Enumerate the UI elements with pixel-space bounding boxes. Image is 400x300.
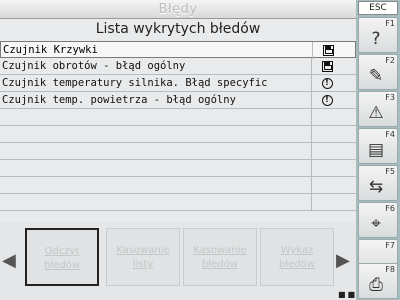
error-name: Czujnik temp. powietrza - błąd ogólny	[0, 92, 312, 109]
scroll-right-icon[interactable]: ▶	[336, 250, 350, 271]
panel-title: Lista wykrytych błedów	[95, 21, 261, 37]
table-row[interactable]: Czujnik Krzywki	[0, 41, 356, 59]
fkey-label: F5	[385, 167, 395, 176]
button-label-line1: Kasowanie	[193, 245, 247, 256]
error-list-button[interactable]: Wykaz błedów	[260, 228, 334, 286]
mouse-icon: ⌖	[371, 214, 381, 234]
warning-icon: ⚠	[368, 103, 384, 123]
scroll-left-icon[interactable]: ◀	[2, 250, 16, 271]
page-indicator: ■■	[338, 290, 358, 299]
printer-icon: ⎙	[369, 275, 383, 295]
fkey-label: F2	[385, 56, 395, 65]
f4-button[interactable]: F4 ▤	[358, 128, 398, 164]
table-row-empty	[0, 109, 356, 126]
fkey-label: F6	[385, 204, 395, 213]
status-cell	[312, 58, 342, 75]
read-errors-button[interactable]: Odczyt błedów	[25, 228, 99, 286]
f1-help-button[interactable]: F1 ?	[358, 17, 398, 53]
fkey-label: F8	[385, 265, 395, 274]
table-row-empty	[0, 160, 356, 177]
error-table: Czujnik Krzywki Czujnik obrotów - błąd o…	[0, 41, 356, 211]
disk-icon	[322, 45, 334, 56]
f3-button[interactable]: F3 ⚠	[358, 91, 398, 127]
wrench-icon: ✎	[368, 66, 384, 86]
table-row[interactable]: Czujnik temp. powietrza - błąd ogólny !	[0, 92, 356, 109]
table-row[interactable]: Czujnik temperatury silnika. Błąd specyf…	[0, 75, 356, 92]
help-icon: ?	[371, 29, 381, 49]
button-label-line1: Wykaz	[280, 245, 314, 256]
error-name: Czujnik temperatury silnika. Błąd specyf…	[0, 75, 312, 92]
error-name: Czujnik obrotów - błąd ogólny	[0, 58, 312, 75]
button-label-line2: listy	[132, 259, 154, 270]
f8-button[interactable]: F8 ⎙	[358, 263, 398, 299]
link-icon: ⇆	[368, 177, 384, 197]
disk-icon	[321, 61, 333, 72]
status-cell: !	[312, 75, 342, 92]
status-cell: !	[312, 92, 342, 109]
table-row-empty	[0, 177, 356, 194]
button-label-line2: błedów	[279, 259, 315, 270]
status-cell	[313, 42, 343, 59]
table-row-empty	[0, 143, 356, 160]
fkey-label: F4	[385, 130, 395, 139]
error-name: Czujnik Krzywki	[1, 42, 313, 59]
f6-button[interactable]: F6 ⌖	[358, 202, 398, 238]
fkey-label: F7	[385, 241, 395, 250]
button-label-line1: Kasowanie	[116, 245, 170, 256]
exclamation-icon: !	[321, 78, 333, 89]
table-row-empty	[0, 194, 356, 211]
f5-button[interactable]: F5 ⇆	[358, 165, 398, 201]
table-row[interactable]: Czujnik obrotów - błąd ogólny	[0, 58, 356, 75]
clear-errors-button[interactable]: Kasowanie błedów	[183, 228, 257, 286]
button-label-line2: błedów	[202, 259, 238, 270]
button-label-line2: błedów	[44, 260, 80, 271]
window-title: Błędy	[158, 1, 198, 17]
error-list-panel: Lista wykrytych błedów Czujnik Krzywki C…	[0, 19, 356, 222]
print-icon: ▤	[367, 140, 385, 160]
table-row-empty	[0, 126, 356, 143]
clear-list-button[interactable]: Kasowanie listy	[106, 228, 180, 286]
f2-button[interactable]: F2 ✎	[358, 54, 398, 90]
fkey-label: F3	[385, 93, 395, 102]
esc-button[interactable]: ESC	[358, 1, 398, 15]
button-label-line1: Odczyt	[44, 246, 80, 257]
fkey-label: F1	[385, 19, 395, 28]
exclamation-icon: !	[321, 95, 333, 106]
window-title-bar: Błędy	[0, 0, 356, 19]
